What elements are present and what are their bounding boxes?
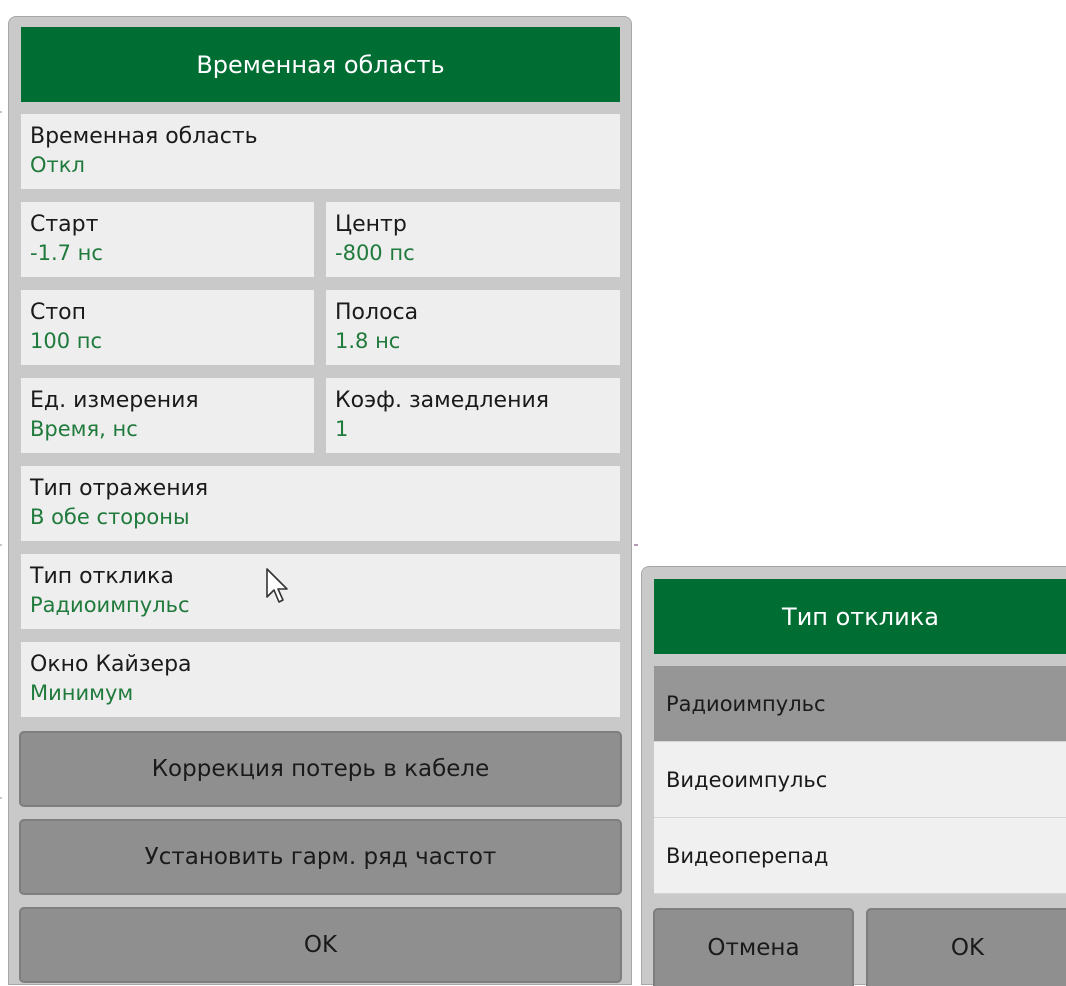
velocity-factor-value: 1	[335, 417, 349, 441]
start-field[interactable]: Старт -1.7 нс	[21, 202, 314, 277]
background-tick	[0, 544, 2, 546]
response-type-field[interactable]: Тип отклика Радиоимпульс	[21, 554, 620, 629]
cancel-button[interactable]: Отмена	[653, 908, 854, 986]
velocity-factor-field[interactable]: Коэф. замедления 1	[326, 378, 620, 453]
set-harmonic-frequencies-button[interactable]: Установить гарм. ряд частот	[19, 819, 622, 895]
time-domain-value: Откл	[30, 153, 85, 177]
stop-value: 100 пс	[30, 329, 103, 353]
popup-title: Тип отклика	[654, 579, 1066, 654]
popup-ok-button[interactable]: OK	[866, 908, 1066, 986]
span-value: 1.8 нс	[335, 329, 401, 353]
response-type-value: Радиоимпульс	[30, 593, 190, 617]
cable-loss-correction-button[interactable]: Коррекция потерь в кабеле	[19, 731, 622, 807]
start-value: -1.7 нс	[30, 241, 103, 265]
units-label: Ед. измерения	[30, 388, 199, 413]
reflection-type-label: Тип отражения	[30, 476, 209, 501]
background-tick	[0, 111, 2, 113]
center-label: Центр	[335, 212, 407, 237]
option-radio-pulse[interactable]: Радиоимпульс	[654, 666, 1066, 742]
reflection-type-value: В обе стороны	[30, 505, 190, 529]
span-label: Полоса	[335, 300, 419, 325]
time-domain-dialog: Временная область Временная область Откл…	[8, 16, 632, 985]
start-label: Старт	[30, 212, 99, 237]
units-value: Время, нс	[30, 417, 138, 441]
stop-field[interactable]: Стоп 100 пс	[21, 290, 314, 365]
ok-button[interactable]: OK	[19, 907, 622, 983]
window-value: Минимум	[30, 681, 134, 705]
center-value: -800 пс	[335, 241, 415, 265]
velocity-factor-label: Коэф. замедления	[335, 388, 549, 413]
background-tick	[634, 544, 638, 546]
window-field[interactable]: Окно Кайзера Минимум	[21, 642, 620, 717]
stop-label: Стоп	[30, 300, 87, 325]
response-type-label: Тип отклика	[30, 564, 174, 589]
window-label: Окно Кайзера	[30, 652, 192, 677]
background-tick	[0, 797, 2, 799]
time-domain-label: Временная область	[30, 124, 258, 149]
time-domain-field[interactable]: Временная область Откл	[21, 114, 620, 189]
center-field[interactable]: Центр -800 пс	[326, 202, 620, 277]
response-type-popup: Тип отклика Радиоимпульс Видеоимпульс Ви…	[641, 566, 1066, 986]
units-field[interactable]: Ед. измерения Время, нс	[21, 378, 314, 453]
span-field[interactable]: Полоса 1.8 нс	[326, 290, 620, 365]
reflection-type-field[interactable]: Тип отражения В обе стороны	[21, 466, 620, 541]
dialog-title: Временная область	[21, 27, 620, 102]
option-video-pulse[interactable]: Видеоимпульс	[654, 742, 1066, 818]
mouse-cursor-icon	[266, 568, 288, 603]
option-video-step[interactable]: Видеоперепад	[654, 818, 1066, 894]
